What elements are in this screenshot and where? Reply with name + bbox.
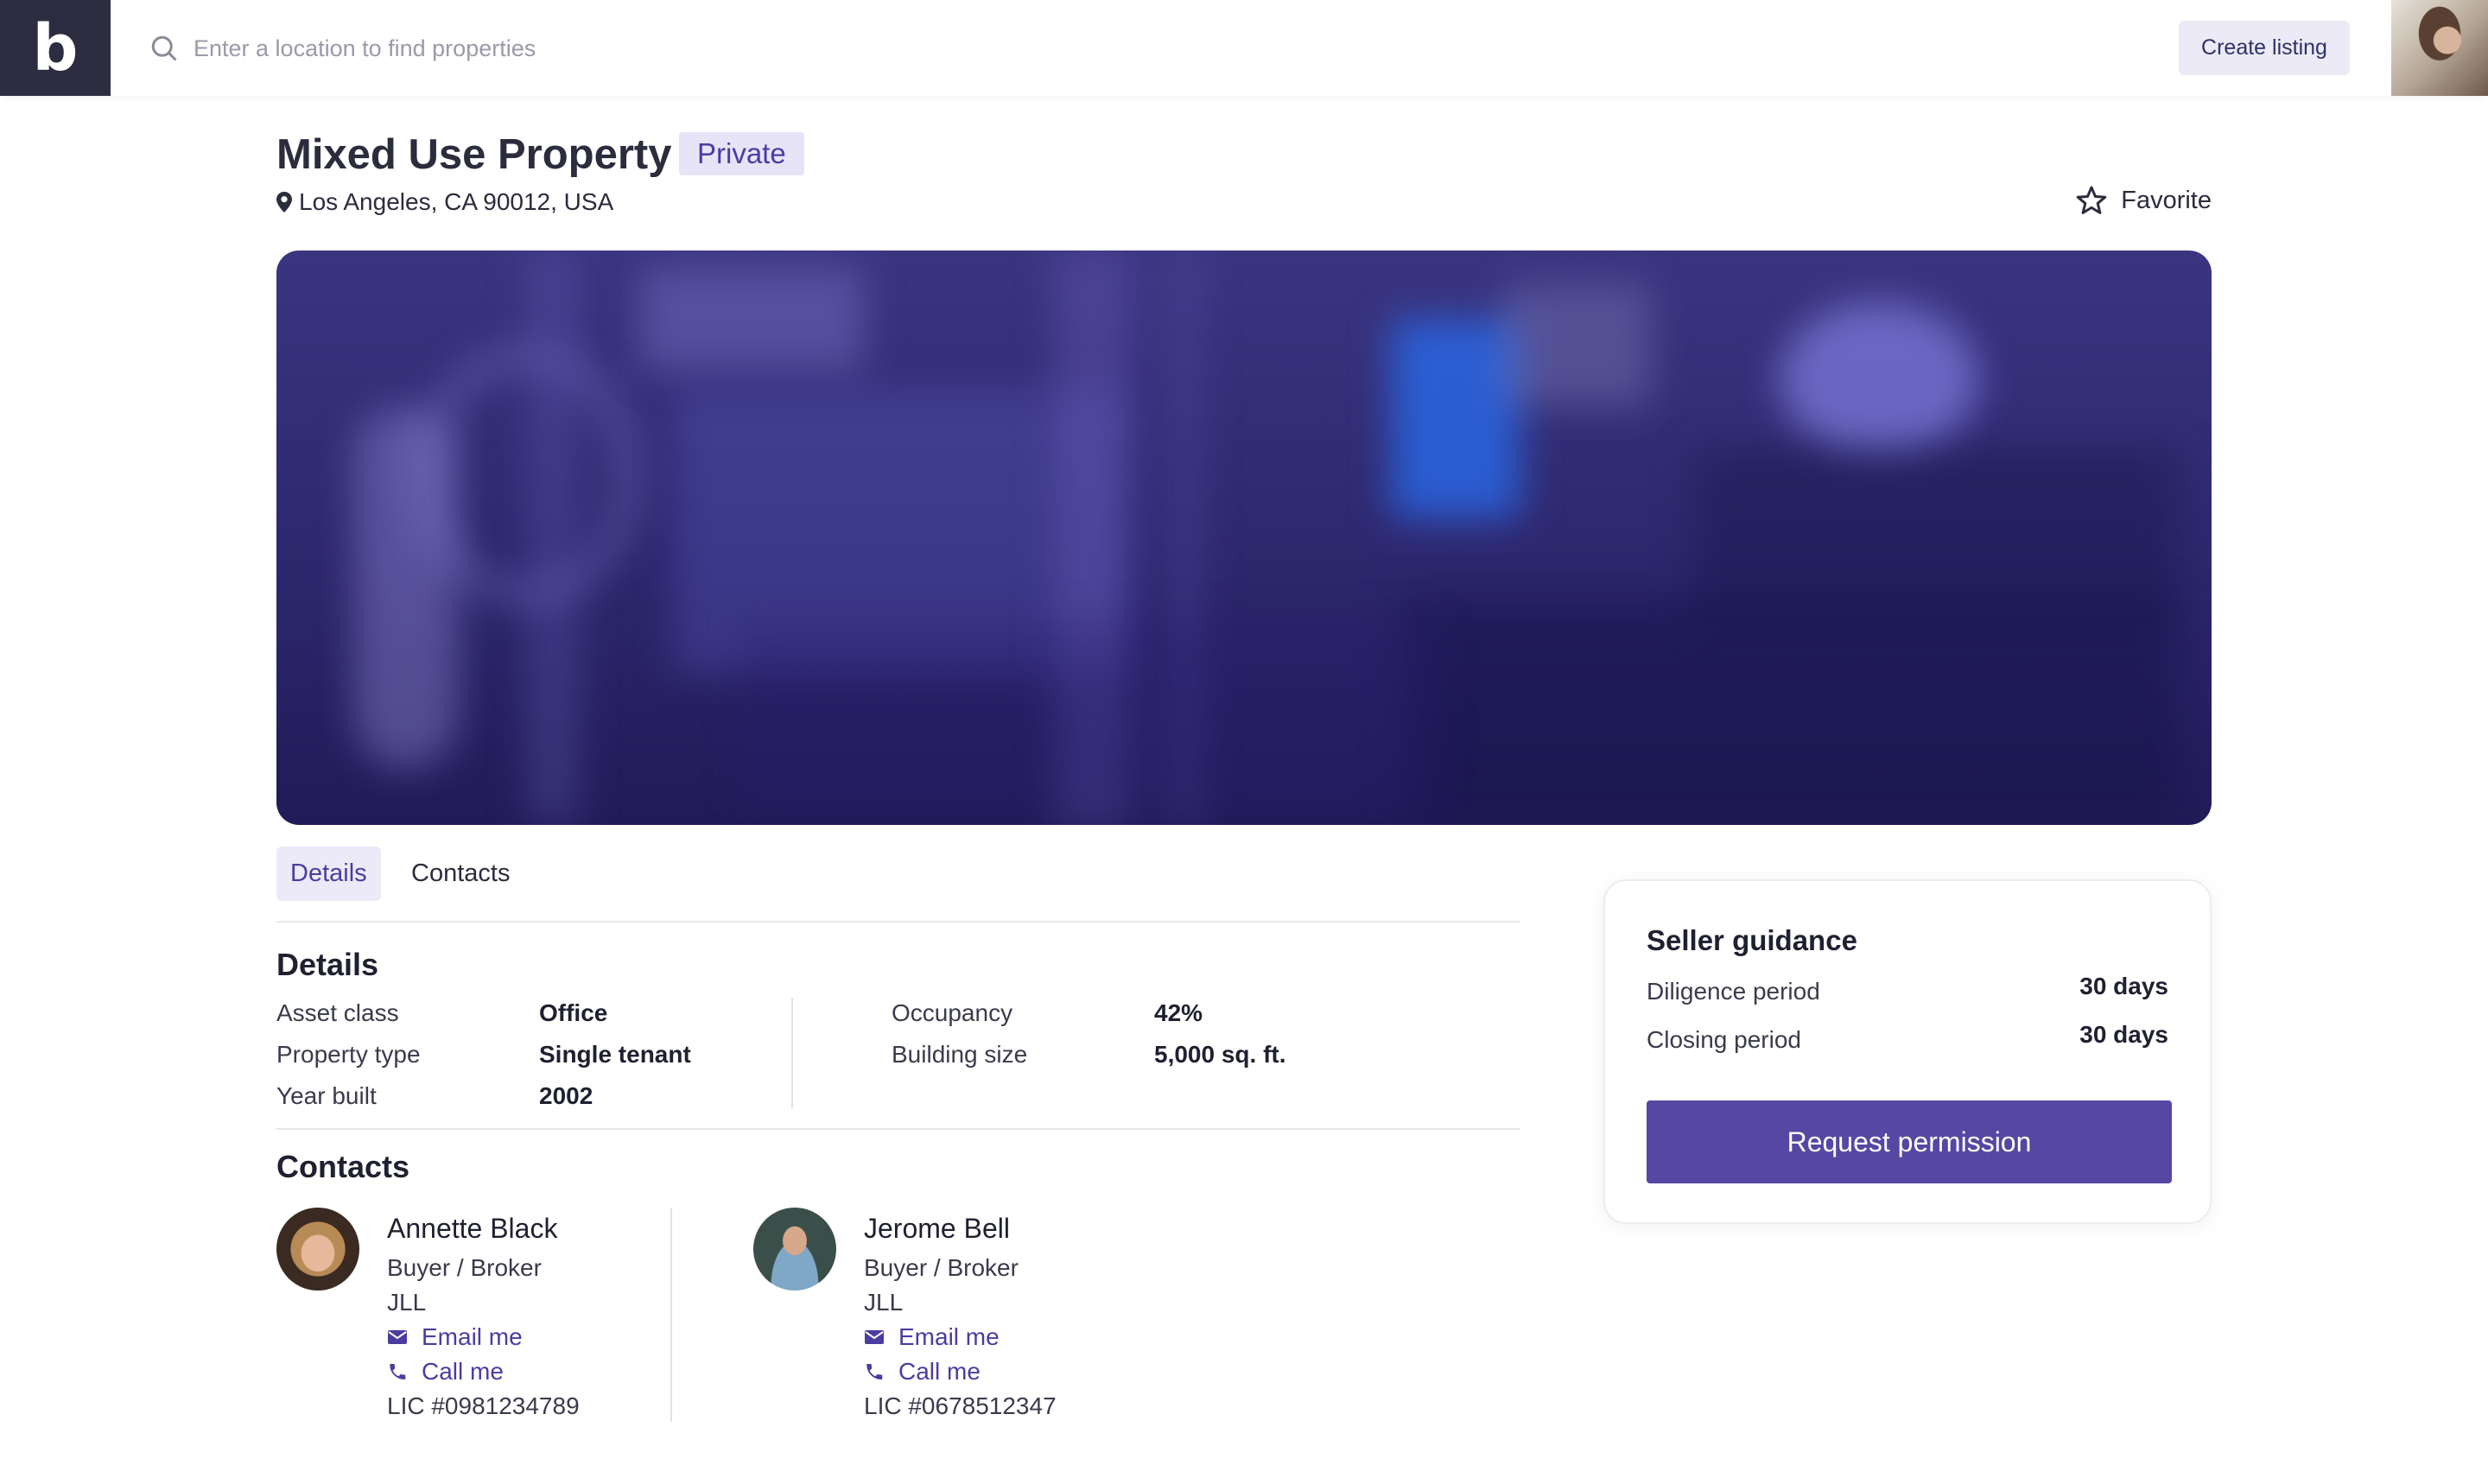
call-label: Call me bbox=[422, 1358, 504, 1385]
detail-value: Single tenant bbox=[539, 1041, 691, 1068]
property-hero-image bbox=[276, 251, 2212, 825]
user-avatar[interactable] bbox=[2391, 0, 2488, 96]
call-label: Call me bbox=[898, 1358, 981, 1385]
contact-license: LIC #0678512347 bbox=[864, 1392, 1057, 1419]
favorite-button[interactable]: Favorite bbox=[2075, 185, 2212, 216]
detail-value: Office bbox=[539, 999, 608, 1026]
guidance-value: 30 days bbox=[2079, 973, 2168, 999]
call-link[interactable]: Call me bbox=[387, 1358, 504, 1386]
map-pin-icon bbox=[276, 192, 292, 212]
detail-value: 42% bbox=[1154, 999, 1203, 1026]
guidance-label: Closing period bbox=[1647, 1026, 1801, 1053]
property-location: Los Angeles, CA 90012, USA bbox=[276, 188, 613, 216]
contact-company: JLL bbox=[864, 1289, 904, 1316]
email-label: Email me bbox=[898, 1323, 1000, 1350]
top-bar: b Create listing bbox=[0, 0, 2488, 96]
property-title: Mixed Use Property bbox=[276, 131, 672, 178]
guidance-label: Diligence period bbox=[1647, 978, 1820, 1005]
detail-value: 2002 bbox=[539, 1082, 593, 1109]
search-icon bbox=[151, 35, 177, 61]
contact-name: Annette Black bbox=[387, 1213, 558, 1244]
tab-contacts[interactable]: Contacts bbox=[397, 847, 524, 901]
tabs-divider bbox=[276, 921, 1520, 923]
guidance-value: 30 days bbox=[2079, 1021, 2168, 1048]
call-link[interactable]: Call me bbox=[864, 1358, 981, 1386]
detail-value: 5,000 sq. ft. bbox=[1154, 1041, 1286, 1068]
create-listing-button[interactable]: Create listing bbox=[2179, 21, 2350, 75]
contact-license: LIC #0981234789 bbox=[387, 1392, 580, 1419]
contact-role: Buyer / Broker bbox=[387, 1254, 542, 1281]
contact-name: Jerome Bell bbox=[864, 1213, 1010, 1244]
envelope-icon bbox=[388, 1330, 407, 1344]
detail-label: Asset class bbox=[276, 999, 399, 1026]
detail-label: Building size bbox=[892, 1041, 1028, 1068]
request-permission-button[interactable]: Request permission bbox=[1647, 1100, 2172, 1183]
contacts-heading: Contacts bbox=[276, 1149, 410, 1184]
tab-details[interactable]: Details bbox=[276, 847, 381, 901]
detail-label: Year built bbox=[276, 1082, 377, 1109]
contact-avatar bbox=[753, 1208, 836, 1291]
phone-icon bbox=[390, 1364, 406, 1379]
star-icon bbox=[2076, 186, 2107, 214]
email-label: Email me bbox=[422, 1323, 523, 1350]
search-bar[interactable] bbox=[149, 29, 798, 67]
brand-logo[interactable]: b bbox=[0, 0, 111, 96]
contact-company: JLL bbox=[387, 1289, 427, 1316]
detail-label: Occupancy bbox=[892, 999, 1013, 1026]
seller-guidance-title: Seller guidance bbox=[1647, 924, 1857, 956]
logo-letter: b bbox=[32, 10, 79, 86]
details-heading: Details bbox=[276, 947, 379, 982]
details-column-divider bbox=[791, 998, 793, 1108]
contacts-column-divider bbox=[670, 1208, 672, 1422]
email-link[interactable]: Email me bbox=[864, 1323, 1000, 1351]
contact-role: Buyer / Broker bbox=[864, 1254, 1019, 1281]
phone-icon bbox=[866, 1364, 883, 1379]
detail-label: Property type bbox=[276, 1041, 421, 1068]
private-badge: Private bbox=[679, 132, 804, 175]
location-text: Los Angeles, CA 90012, USA bbox=[299, 188, 614, 215]
details-divider bbox=[276, 1128, 1520, 1130]
contact-avatar bbox=[276, 1208, 359, 1291]
seller-guidance-card: Seller guidance Diligence period 30 days… bbox=[1603, 879, 2212, 1224]
favorite-label: Favorite bbox=[2121, 186, 2212, 214]
email-link[interactable]: Email me bbox=[387, 1323, 523, 1351]
envelope-icon bbox=[865, 1330, 884, 1344]
search-input[interactable] bbox=[194, 35, 798, 62]
